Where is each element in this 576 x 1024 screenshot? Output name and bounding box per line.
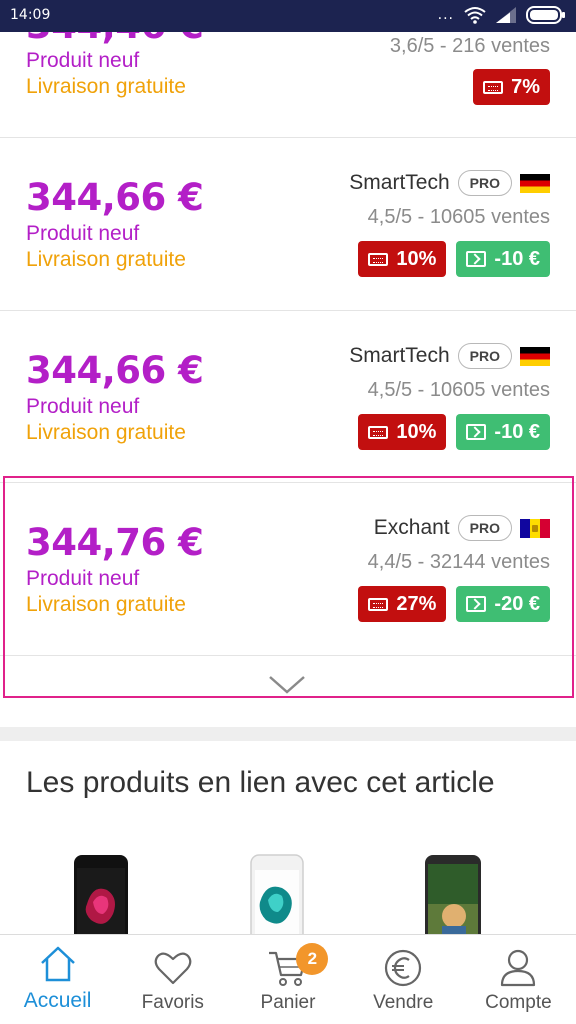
offer-rating: 3,6/5 - 216 ventes [389, 35, 550, 57]
discount-badge: 10% [358, 414, 447, 450]
offer-shipping: Livraison gratuite [26, 75, 186, 98]
offer-badges: 10% -10 € [358, 241, 550, 277]
card-icon [368, 252, 389, 266]
offer-price: 344,66 € [26, 176, 204, 219]
discount-badge: 27% [358, 586, 447, 622]
section-divider [0, 727, 576, 741]
discount-badge: 10% [358, 241, 447, 277]
voucher-badge: -20 € [456, 586, 550, 622]
ticket-icon [466, 596, 487, 612]
seller-name[interactable]: SmartTech [349, 171, 449, 195]
offer-price: 344,66 € [26, 349, 204, 392]
offer-shipping: Livraison gratuite [26, 421, 186, 444]
voucher-value: -20 € [494, 592, 540, 615]
seller-line: Exchant PRO [374, 515, 550, 541]
offer-condition: Produit neuf [26, 567, 140, 590]
offer-badges: 7% [473, 69, 550, 105]
ticket-icon [466, 251, 487, 267]
status-time: 14:09 [10, 7, 51, 23]
offer-condition: Produit neuf [26, 49, 140, 72]
nav-label: Panier [260, 992, 316, 1013]
battery-icon [526, 6, 565, 24]
seller-line: SmartTech PRO [349, 343, 550, 369]
nav-label: Compte [485, 992, 552, 1013]
germany-flag-icon [520, 346, 550, 366]
notification-dots: ... [437, 7, 454, 23]
pro-badge: PRO [457, 515, 512, 541]
seller-name[interactable]: Exchant [374, 516, 450, 540]
discount-value: 27% [396, 592, 437, 615]
discount-badge: 7% [473, 69, 550, 105]
cart-count-badge: 2 [296, 943, 329, 975]
offer-rating: 4,5/5 - 10605 ventes [367, 379, 550, 401]
offer-row[interactable]: 344,66 € Produit neuf Livraison gratuite… [0, 311, 576, 483]
discount-value: 10% [396, 420, 437, 443]
user-icon [501, 949, 536, 987]
product-image-phone-dark[interactable] [424, 854, 482, 934]
bottom-navigation: Accueil Favoris 2 Panier Vendre Compte [0, 934, 576, 1024]
nav-item-accueil[interactable]: Accueil [0, 935, 115, 1024]
voucher-badge: -10 € [456, 414, 550, 450]
offer-shipping: Livraison gratuite [26, 593, 186, 616]
euro-icon [385, 949, 422, 987]
nav-label: Favoris [141, 992, 204, 1013]
nav-item-favoris[interactable]: Favoris [115, 935, 230, 1024]
ticket-icon [466, 424, 487, 440]
offer-condition: Produit neuf [26, 395, 140, 418]
offer-badges: 10% -10 € [358, 414, 550, 450]
card-icon [368, 597, 389, 611]
seller-line: SmartTech PRO [349, 170, 550, 196]
signal-icon [496, 7, 516, 23]
product-image-phone-white[interactable] [250, 854, 304, 934]
voucher-value: -10 € [494, 420, 540, 443]
discount-value: 7% [511, 75, 540, 98]
offer-row[interactable]: 344,66 € Produit neuf Livraison gratuite… [0, 138, 576, 311]
voucher-value: -10 € [494, 247, 540, 270]
germany-flag-icon [520, 173, 550, 193]
offer-shipping: Livraison gratuite [26, 248, 186, 271]
offer-rating: 4,4/5 - 32144 ventes [367, 551, 550, 573]
offer-row-selected[interactable]: 344,76 € Produit neuf Livraison gratuite… [0, 483, 576, 656]
card-icon [483, 80, 504, 94]
nav-item-panier[interactable]: 2 Panier [230, 935, 345, 1024]
andorra-flag-icon [520, 518, 550, 538]
nav-label: Vendre [373, 992, 434, 1013]
card-icon [368, 425, 389, 439]
pro-badge: PRO [457, 170, 512, 196]
status-bar: 14:09 ... [0, 0, 576, 32]
pro-badge: PRO [457, 343, 512, 369]
offer-price: 344,76 € [26, 521, 204, 564]
product-image-phone-black[interactable] [73, 854, 129, 934]
nav-item-vendre[interactable]: Vendre [346, 935, 461, 1024]
offer-condition: Produit neuf [26, 222, 140, 245]
nav-label: Accueil [23, 989, 92, 1012]
offer-row-partial[interactable]: 344,46 € Produit neuf Livraison gratuite… [0, 32, 576, 138]
offer-price: 344,46 € [26, 32, 204, 47]
seller-name[interactable]: SmartTech [349, 344, 449, 368]
related-products-carousel[interactable] [0, 846, 576, 934]
heart-icon [154, 952, 192, 985]
home-icon [40, 946, 75, 982]
offer-rating: 4,5/5 - 10605 ventes [367, 206, 550, 228]
status-icons: ... [438, 6, 566, 24]
voucher-badge: -10 € [456, 241, 550, 277]
discount-value: 10% [396, 247, 437, 270]
chevron-down-icon[interactable] [268, 674, 306, 696]
related-products-title: Les produits en lien avec cet article [26, 766, 495, 799]
nav-item-compte[interactable]: Compte [461, 935, 576, 1024]
wifi-icon [464, 7, 486, 24]
offer-badges: 27% -20 € [358, 586, 550, 622]
